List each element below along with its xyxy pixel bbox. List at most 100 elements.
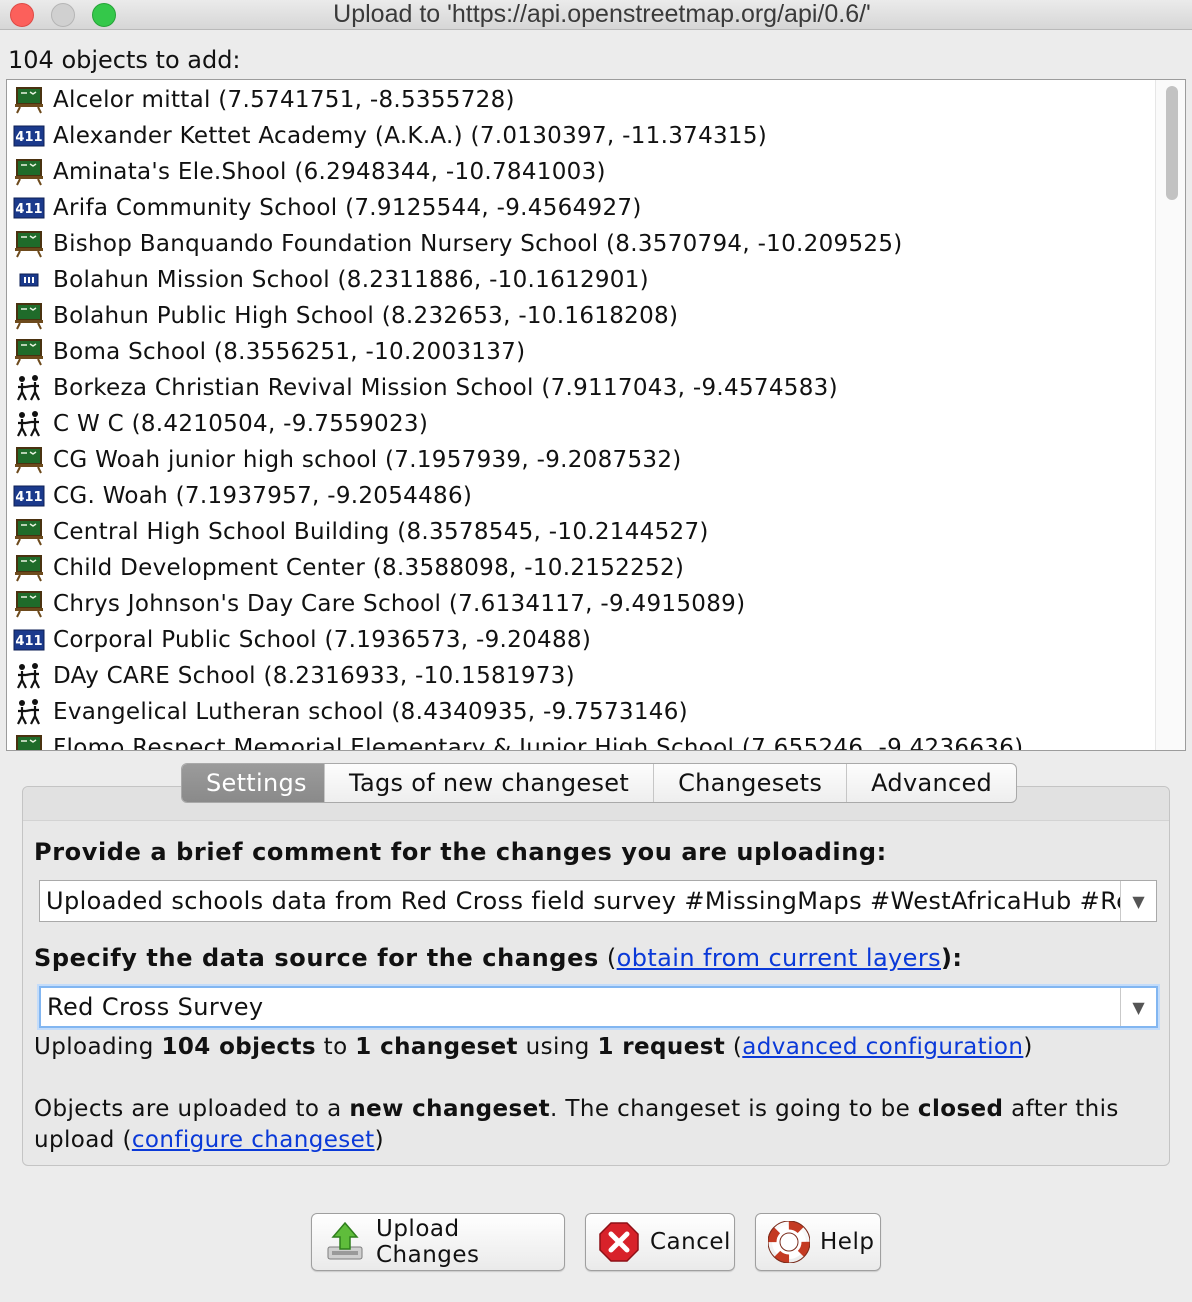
- window-title: Upload to 'https://api.openstreetmap.org…: [333, 0, 871, 28]
- list-item-label: CG Woah junior high school (7.1957939, -…: [53, 447, 682, 473]
- list-item[interactable]: Alcelor mittal (7.5741751, -8.5355728): [7, 82, 515, 118]
- advanced-configuration-link[interactable]: advanced configuration: [742, 1034, 1023, 1060]
- objects-count-label: 104 objects to add:: [8, 46, 241, 74]
- list-item-label: C W C (8.4210504, -9.7559023): [53, 411, 429, 437]
- help-button[interactable]: Help: [755, 1213, 881, 1271]
- school-icon: [13, 446, 45, 474]
- cancel-icon: [598, 1220, 640, 1264]
- source-combobox[interactable]: Red Cross Survey ▼: [39, 986, 1158, 1028]
- source-label: Specify the data source for the changes: [34, 944, 599, 972]
- school-sign-icon-graphic: 411: [13, 629, 45, 651]
- info-request-count: 1 request: [597, 1034, 726, 1060]
- school-icon: [13, 734, 45, 750]
- kindergarten-icon-graphic: [17, 663, 40, 689]
- comment-label: Provide a brief comment for the changes …: [34, 838, 887, 866]
- list-item-label: Child Development Center (8.3588098, -10…: [53, 555, 685, 581]
- school-icon-graphic: [15, 87, 43, 114]
- changeset-info-line2: upload (configure changeset): [34, 1127, 384, 1153]
- school-icon-graphic: [15, 159, 43, 186]
- list-item-label: Alexander Kettet Academy (A.K.A.) (7.013…: [53, 123, 768, 149]
- list-item[interactable]: C W C (8.4210504, -9.7559023): [7, 406, 428, 442]
- list-item[interactable]: Central High School Building (8.3578545,…: [7, 514, 709, 550]
- svg-text:411: 411: [15, 490, 42, 505]
- list-item[interactable]: Boma School (8.3556251, -10.2003137): [7, 334, 525, 370]
- list-item-label: CG. Woah (7.1937957, -9.2054486): [53, 483, 473, 509]
- school-icon: [13, 158, 45, 186]
- kindergarten-icon: [13, 698, 45, 726]
- objects-list[interactable]: Alcelor mittal (7.5741751, -8.5355728) 41…: [6, 79, 1186, 751]
- list-item[interactable]: Evangelical Lutheran school (8.4340935, …: [7, 694, 688, 730]
- changeset-info-line1: Objects are uploaded to a new changeset.…: [34, 1096, 1119, 1122]
- school-icon: [13, 230, 45, 258]
- list-item[interactable]: DAy CARE School (8.2316933, -10.1581973): [7, 658, 575, 694]
- list-item-label: Bishop Banquando Foundation Nursery Scho…: [53, 231, 903, 257]
- school-icon: [13, 590, 45, 618]
- list-item[interactable]: CG Woah junior high school (7.1957939, -…: [7, 442, 682, 478]
- upload-icon: [324, 1220, 366, 1264]
- list-item-label: Arifa Community School (7.9125544, -9.45…: [53, 195, 642, 221]
- upload-changes-button[interactable]: Upload Changes: [311, 1213, 565, 1271]
- list-item[interactable]: 411 Arifa Community School (7.9125544, -9…: [7, 190, 642, 226]
- list-item-label: Borkeza Christian Revival Mission School…: [53, 375, 838, 401]
- kindergarten-icon: [13, 374, 45, 402]
- list-item[interactable]: Borkeza Christian Revival Mission School…: [7, 370, 838, 406]
- list-item[interactable]: Bishop Banquando Foundation Nursery Scho…: [7, 226, 903, 262]
- kindergarten-icon: [13, 410, 45, 438]
- tab-advanced[interactable]: Advanced: [847, 764, 1016, 802]
- help-label: Help: [820, 1229, 875, 1255]
- list-item[interactable]: 411 CG. Woah (7.1937957, -9.2054486): [7, 478, 472, 514]
- info-text: Objects are uploaded to a: [34, 1096, 350, 1122]
- obtain-from-layers-link[interactable]: obtain from current layers: [617, 944, 941, 972]
- school-sign-icon-graphic: 411: [13, 125, 45, 147]
- list-item[interactable]: Bolahun Public High School (8.232653, -1…: [7, 298, 678, 334]
- list-item[interactable]: Child Development Center (8.3588098, -10…: [7, 550, 684, 586]
- school-sign-icon-graphic: 411: [13, 485, 45, 507]
- scrollbar-thumb[interactable]: [1166, 86, 1178, 200]
- info-text: to: [315, 1034, 356, 1060]
- school-sign-icon: 411: [13, 194, 45, 222]
- school-icon: [13, 302, 45, 330]
- comment-dropdown-arrow[interactable]: ▼: [1120, 881, 1156, 921]
- list-item-label: Central High School Building (8.3578545,…: [53, 519, 709, 545]
- list-item[interactable]: 411 Alexander Kettet Academy (A.K.A.) (7.…: [7, 118, 767, 154]
- svg-text:411: 411: [15, 202, 42, 217]
- school-sign-small-icon: [13, 266, 45, 294]
- configure-changeset-link[interactable]: configure changeset: [132, 1127, 375, 1153]
- list-item-label: Chrys Johnson's Day Care School (7.61341…: [53, 591, 746, 617]
- list-item-label: Corporal Public School (7.1936573, -9.20…: [53, 627, 592, 653]
- tab-settings[interactable]: Settings: [182, 764, 325, 802]
- info-new-changeset: new changeset: [349, 1096, 550, 1122]
- school-sign-icon: 411: [13, 122, 45, 150]
- comment-input[interactable]: Uploaded schools data from Red Cross fie…: [40, 887, 1120, 915]
- cancel-button[interactable]: Cancel: [585, 1213, 735, 1271]
- svg-text:411: 411: [15, 634, 42, 649]
- comment-combobox[interactable]: Uploaded schools data from Red Cross fie…: [39, 880, 1157, 922]
- tab-tags-of-new-changeset[interactable]: Tags of new changeset: [325, 764, 655, 802]
- kindergarten-icon: [13, 662, 45, 690]
- school-icon-graphic: [15, 519, 43, 546]
- list-scrollbar[interactable]: [1155, 80, 1185, 750]
- list-item-label: DAy CARE School (8.2316933, -10.1581973): [53, 663, 575, 689]
- svg-text:411: 411: [15, 130, 42, 145]
- source-input[interactable]: Red Cross Survey: [41, 993, 1120, 1021]
- info-text: using: [517, 1034, 598, 1060]
- upload-strategy-info: Uploading 104 objects to 1 changeset usi…: [34, 1034, 1033, 1060]
- source-dropdown-arrow[interactable]: ▼: [1120, 988, 1156, 1026]
- school-icon-graphic: [15, 231, 43, 258]
- info-text: ): [1023, 1034, 1033, 1060]
- list-item[interactable]: Aminata's Ele.Shool (6.2948344, -10.7841…: [7, 154, 606, 190]
- info-text: after this: [1003, 1096, 1119, 1122]
- school-icon-graphic: [15, 303, 43, 330]
- school-sign-icon: 411: [13, 482, 45, 510]
- list-item[interactable]: Flomo Respect Memorial Elementary & Juni…: [7, 730, 1023, 750]
- kindergarten-icon-graphic: [17, 411, 40, 437]
- info-text: upload (: [34, 1127, 132, 1153]
- tab-changesets[interactable]: Changesets: [654, 764, 848, 802]
- source-link-close: ):: [941, 944, 963, 972]
- list-item[interactable]: Chrys Johnson's Day Care School (7.61341…: [7, 586, 745, 622]
- list-item[interactable]: 411 Corporal Public School (7.1936573, -9…: [7, 622, 591, 658]
- school-icon-graphic: [15, 555, 43, 582]
- info-text: Uploading: [34, 1034, 162, 1060]
- list-item[interactable]: Bolahun Mission School (8.2311886, -10.1…: [7, 262, 649, 298]
- kindergarten-icon-graphic: [17, 699, 40, 725]
